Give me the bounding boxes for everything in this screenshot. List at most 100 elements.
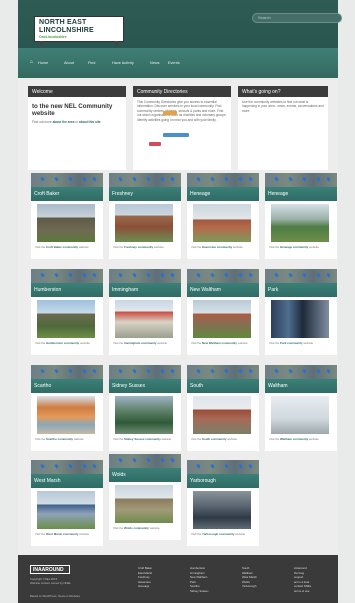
about-site-link[interactable]: about this site — [79, 120, 101, 124]
area-photo[interactable] — [37, 396, 95, 434]
area-tile[interactable]: Croft Baker Visit the Croft Baker communi… — [31, 173, 103, 259]
area-tile[interactable]: Sidney Sussex Visit the Sidney Sussex com… — [109, 365, 181, 451]
area-tile[interactable]: Immingham Visit the Immingham community w… — [109, 269, 181, 355]
tile-map-strip — [265, 173, 337, 187]
area-tile[interactable]: South Visit the South community website — [187, 365, 259, 451]
area-tile[interactable]: Humberston Visit the Humberston community… — [31, 269, 103, 355]
tile-community-link[interactable]: Sidney Sussex community — [124, 437, 161, 441]
area-tile[interactable]: New Waltham Visit the New Waltham communi… — [187, 269, 259, 355]
tile-title[interactable]: Heneage — [187, 187, 259, 201]
tile-title[interactable]: West Marsh — [31, 474, 103, 488]
tile-title[interactable]: Immingham — [109, 283, 181, 297]
logo-stand-left — [40, 41, 43, 46]
area-photo[interactable] — [115, 300, 173, 338]
area-photo[interactable] — [193, 396, 251, 434]
area-tile[interactable]: Heneage Visit the Haverstoe community web… — [187, 173, 259, 259]
about-area-link[interactable]: about the area — [53, 120, 75, 124]
tile-community-link[interactable]: Croft Baker community — [46, 245, 78, 249]
home-icon[interactable]: ⌂ — [30, 60, 35, 65]
tile-community-link[interactable]: New Waltham community — [202, 341, 237, 345]
tile-title[interactable]: Sidney Sussex — [109, 379, 181, 393]
area-tile[interactable]: Wolds Visit the Wolds community website — [109, 454, 181, 540]
area-photo[interactable] — [193, 204, 251, 242]
search-input[interactable]: Search — [252, 13, 342, 23]
map-pin-icon — [146, 457, 151, 463]
welcome-headline: to the new NEL Community website — [32, 103, 113, 117]
nav-find[interactable]: Find — [88, 61, 95, 65]
tile-title[interactable]: Heneage — [265, 187, 337, 201]
area-photo[interactable] — [271, 396, 329, 434]
logo-line2: LINCOLNSHIRE — [39, 27, 94, 34]
area-tile[interactable]: Heneage Visit the Heneage community websi… — [265, 173, 337, 259]
map-pin-icon — [196, 368, 201, 374]
area-photo[interactable] — [37, 491, 95, 529]
tile-community-link[interactable]: Park community — [280, 341, 303, 345]
area-tile[interactable]: Park Visit the Park community website — [265, 269, 337, 355]
map-pin-icon — [288, 176, 293, 182]
tile-map-strip — [31, 365, 103, 379]
tile-title[interactable]: Park — [265, 283, 337, 297]
tile-title[interactable]: South — [187, 379, 259, 393]
tile-community-link[interactable]: Heneage community — [280, 245, 308, 249]
tile-text-suffix: website — [78, 245, 89, 249]
tile-community-link[interactable]: Waltham community — [280, 437, 308, 441]
area-photo[interactable] — [193, 491, 251, 529]
highlight-services[interactable] — [163, 111, 177, 115]
footer-link[interactable]: Croft Baker — [138, 566, 152, 571]
area-photo[interactable] — [37, 300, 95, 338]
map-pin-icon — [288, 272, 293, 278]
tile-title[interactable]: Croft Baker — [31, 187, 103, 201]
area-photo[interactable] — [37, 204, 95, 242]
highlight-activities[interactable] — [149, 142, 161, 146]
tile-title[interactable]: Humberston — [31, 283, 103, 297]
footer-logo[interactable]: INAAROUND — [30, 565, 70, 574]
footer-link[interactable]: Yarborough — [242, 584, 257, 589]
tile-title[interactable]: Scartho — [31, 379, 103, 393]
nav-events[interactable]: Events — [168, 61, 180, 65]
nav-about[interactable]: About — [64, 61, 74, 65]
area-tile[interactable]: Scartho Visit the Scartho community websi… — [31, 365, 103, 451]
footer-link[interactable]: Sidney Sussex — [190, 589, 209, 594]
nav-home[interactable]: Home — [38, 61, 48, 65]
tile-title[interactable]: Yarborough — [187, 474, 259, 488]
area-tile[interactable]: Freshney Visit the Freshney community web… — [109, 173, 181, 259]
tile-community-link[interactable]: Yarborough community — [202, 532, 234, 536]
tile-title[interactable]: Wolds — [109, 468, 181, 482]
footer-link[interactable]: Heneage — [138, 584, 152, 589]
tile-community-link[interactable]: Humberston community — [46, 341, 79, 345]
area-photo[interactable] — [115, 204, 173, 242]
map-pin-icon — [118, 457, 123, 463]
tile-community-link[interactable]: Wolds community — [124, 526, 149, 530]
tile-text-prefix: Visit the — [191, 437, 203, 441]
area-photo[interactable] — [271, 300, 329, 338]
tile-title[interactable]: Waltham — [265, 379, 337, 393]
nav-news[interactable]: News — [150, 61, 160, 65]
map-pin-icon — [68, 272, 73, 278]
tile-community-link[interactable]: South community — [202, 437, 226, 441]
tile-community-link[interactable]: Freshney community — [124, 245, 153, 249]
area-tile[interactable]: West Marsh Visit the West Marsh community… — [31, 460, 103, 546]
tile-title[interactable]: New Waltham — [187, 283, 259, 297]
area-photo[interactable] — [193, 300, 251, 338]
nav-have-activity[interactable]: Have Activity — [112, 61, 134, 65]
tile-community-link[interactable]: Scartho community — [46, 437, 73, 441]
area-tile[interactable]: Waltham Visit the Waltham community websi… — [265, 365, 337, 451]
area-photo[interactable] — [271, 204, 329, 242]
directories-body: This Community Directories give you acce… — [137, 100, 227, 122]
area-photo[interactable] — [115, 396, 173, 434]
map-pin-icon — [274, 368, 279, 374]
highlight-organisations[interactable] — [163, 133, 189, 137]
tile-community-link[interactable]: West Marsh community — [46, 532, 78, 536]
tile-community-link[interactable]: Haverstoe community — [202, 245, 232, 249]
area-photo[interactable] — [115, 485, 173, 523]
tile-description: Visit the Haverstoe community website — [191, 245, 257, 249]
area-tile[interactable]: Yarborough Visit the Yarborough community… — [187, 460, 259, 546]
tile-title[interactable]: Freshney — [109, 187, 181, 201]
search-placeholder: Search — [258, 15, 271, 20]
site-logo[interactable]: NORTH EAST LINCOLNSHIRE OneLincolnshire — [34, 16, 124, 42]
map-pin-icon — [132, 272, 137, 278]
footer-link[interactable]: terms of use — [294, 589, 311, 594]
tile-text-prefix: Visit the — [35, 341, 47, 345]
tile-text-suffix: website — [308, 437, 319, 441]
tile-community-link[interactable]: Immingham community — [124, 341, 156, 345]
